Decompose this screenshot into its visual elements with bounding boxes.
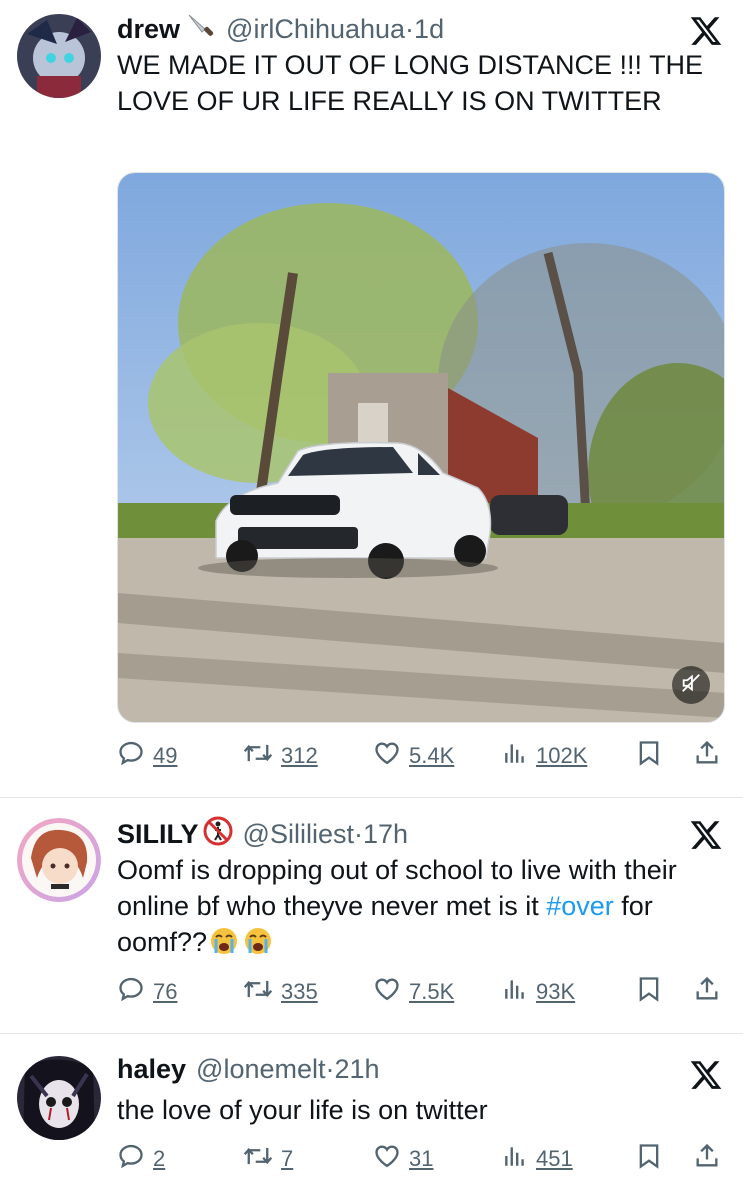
retweet-icon [243,1142,273,1176]
tweet[interactable]: SILILY @Sililiest · 17h Oomf is dropping… [0,798,743,1034]
tweet-header: haley @lonemelt · 21h [117,1054,380,1084]
x-logo-icon[interactable] [689,1058,723,1092]
display-name[interactable]: SILILY [117,819,199,849]
retweet-count: 7 [281,1146,294,1171]
separator-dot: · [325,1054,335,1084]
separator-dot: · [353,819,363,849]
bar-chart-icon [502,975,528,1009]
bar-chart-icon [502,739,528,773]
bookmark-button[interactable] [635,1141,663,1177]
x-logo-icon[interactable] [689,818,723,852]
share-button[interactable] [693,738,721,774]
tweet-header: SILILY @Sililiest · 17h [117,816,408,852]
bookmark-icon [635,738,663,774]
bookmark-icon [635,1141,663,1177]
views-button[interactable]: 451 [502,1141,573,1177]
reply-count: 49 [153,743,178,768]
reply-count: 76 [153,979,178,1004]
reply-button[interactable]: 76 [117,974,177,1010]
avatar[interactable] [17,818,101,902]
bookmark-button[interactable] [635,974,663,1010]
views-button[interactable]: 102K [502,738,587,774]
retweet-count: 312 [281,743,318,768]
share-icon [693,974,721,1010]
crying-face-icon [209,926,239,965]
retweet-button[interactable]: 335 [243,974,318,1010]
handle[interactable]: @irlChihuahua [226,14,405,44]
separator-dot: · [405,14,415,44]
timestamp[interactable]: 21h [335,1054,380,1084]
like-button[interactable]: 5.4K [373,738,454,774]
display-name[interactable]: haley [117,1054,186,1084]
heart-icon [373,1142,401,1176]
view-count: 102K [536,743,588,768]
x-logo-icon[interactable] [689,14,723,48]
share-button[interactable] [693,974,721,1010]
no-pedestrians-icon [203,816,233,852]
share-button[interactable] [693,1141,721,1177]
reply-icon [117,975,145,1009]
handle[interactable]: @Sililiest [243,819,354,849]
view-count: 93K [536,979,576,1004]
display-name[interactable]: drew [117,14,180,44]
speaker-muted-icon [680,672,702,699]
tweet-text: the love of your life is on twitter [117,1095,488,1125]
mute-button[interactable] [672,666,710,704]
tweet[interactable]: haley @lonemelt · 21h the love of your l… [0,1034,743,1200]
heart-icon [373,739,401,773]
reply-icon [117,739,145,773]
timestamp[interactable]: 1d [414,14,444,44]
like-count: 31 [409,1146,434,1171]
avatar[interactable] [17,1056,101,1140]
tweet-video[interactable] [117,172,725,723]
reply-icon [117,1142,145,1176]
tweet-text: WE MADE IT OUT OF LONG DISTANCE !!! THE … [117,50,704,116]
timestamp[interactable]: 17h [363,819,408,849]
retweet-icon [243,975,273,1009]
knife-icon [186,11,216,47]
bookmark-button[interactable] [635,738,663,774]
retweet-button[interactable]: 312 [243,738,318,774]
retweet-count: 335 [281,979,318,1004]
retweet-icon [243,739,273,773]
reply-button[interactable]: 2 [117,1141,165,1177]
handle[interactable]: @lonemelt [196,1054,325,1084]
share-icon [693,738,721,774]
hashtag-link[interactable]: #over [546,891,614,921]
tweet-text: Oomf is dropping out of school to live w… [117,852,725,965]
tweet-actions: 2 7 31 451 [117,1141,729,1177]
like-button[interactable]: 31 [373,1141,433,1177]
like-count: 7.5K [409,979,455,1004]
tweet-actions: 49 312 5.4K 102K [117,738,729,774]
views-button[interactable]: 93K [502,974,575,1010]
bookmark-icon [635,974,663,1010]
tweet-actions: 76 335 7.5K 93K [117,974,729,1010]
share-icon [693,1141,721,1177]
bar-chart-icon [502,1142,528,1176]
reply-button[interactable]: 49 [117,738,177,774]
retweet-button[interactable]: 7 [243,1141,293,1177]
reply-count: 2 [153,1146,166,1171]
avatar[interactable] [17,14,101,98]
tweet[interactable]: drew @irlChihuahua · 1d WE MADE IT OUT O… [0,0,743,798]
like-button[interactable]: 7.5K [373,974,454,1010]
tweet-header: drew @irlChihuahua · 1d [117,11,444,47]
like-count: 5.4K [409,743,455,768]
view-count: 451 [536,1146,573,1171]
heart-icon [373,975,401,1009]
crying-face-icon [243,926,273,965]
